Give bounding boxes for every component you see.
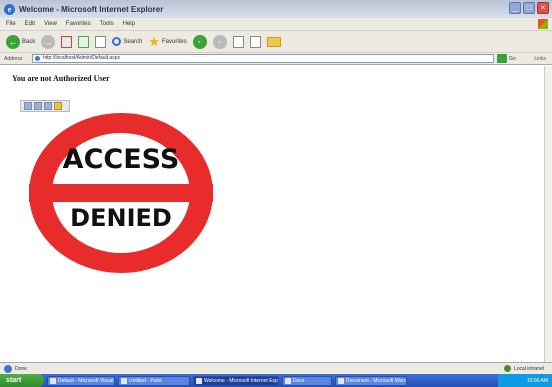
image-toolbar[interactable] xyxy=(20,100,70,112)
history-icon: · xyxy=(212,34,227,49)
back-arrow-icon: ← xyxy=(6,34,20,49)
system-tray: 10:06 AM xyxy=(498,374,552,387)
mail-icon[interactable] xyxy=(44,102,52,110)
stop-button[interactable] xyxy=(61,35,73,48)
search-button[interactable]: Search xyxy=(112,37,142,46)
search-icon xyxy=(112,37,122,46)
folder-button[interactable] xyxy=(266,36,281,47)
back-label: Back xyxy=(22,38,36,45)
start-button[interactable]: start xyxy=(0,374,44,387)
ie-logo-icon: e xyxy=(4,3,15,15)
menu-file[interactable]: File xyxy=(6,21,16,27)
folder-icon xyxy=(266,36,281,47)
taskbar-item-active[interactable]: Welcome - Microsoft Internet Explorer xyxy=(193,375,279,386)
links-button[interactable]: Links xyxy=(534,56,546,62)
status-text: Done xyxy=(15,365,27,372)
taskbar-item[interactable]: Document - Microsoft Word xyxy=(335,375,407,386)
page-icon xyxy=(4,364,12,373)
mail-icon xyxy=(232,35,244,48)
media-button[interactable]: · xyxy=(192,34,207,49)
sign-text-denied: DENIED xyxy=(70,204,172,232)
page-content: You are not Authorized User ACCESS DENIE… xyxy=(0,66,544,362)
menu-view[interactable]: View xyxy=(44,21,57,27)
title-bar: e Welcome - Microsoft Internet Explorer … xyxy=(0,0,552,18)
taskbar-item[interactable]: Untitled - Paint xyxy=(118,375,190,386)
maximize-button[interactable]: □ xyxy=(523,2,535,14)
vertical-scrollbar[interactable] xyxy=(544,66,552,362)
window-title: Welcome - Microsoft Internet Explorer xyxy=(19,4,164,14)
refresh-icon xyxy=(78,35,90,48)
history-button[interactable]: · xyxy=(212,34,227,49)
menu-tools[interactable]: Tools xyxy=(100,21,114,27)
favorites-button[interactable]: ★ Favorites xyxy=(148,33,187,49)
back-button[interactable]: ← Back xyxy=(6,34,36,49)
media-icon: · xyxy=(192,34,207,49)
save-icon[interactable] xyxy=(24,102,32,110)
search-label: Search xyxy=(123,38,143,45)
refresh-button[interactable] xyxy=(78,35,90,48)
print-button[interactable] xyxy=(249,35,261,48)
clock[interactable]: 10:06 AM xyxy=(527,378,548,384)
zone-text: Local intranet xyxy=(513,365,544,372)
print-icon xyxy=(249,35,261,48)
window-controls: _ □ × xyxy=(509,2,549,14)
access-denied-image: ACCESS DENIED xyxy=(29,113,213,273)
taskbar: start Default - Microsoft Visual Studio … xyxy=(0,374,552,387)
status-bar: Done Local intranet xyxy=(0,362,552,374)
favorites-label: Favorites xyxy=(162,38,187,45)
go-arrow-icon[interactable] xyxy=(497,54,507,63)
forward-arrow-icon: → xyxy=(41,34,56,49)
star-icon: ★ xyxy=(148,33,161,49)
menu-help[interactable]: Help xyxy=(123,21,135,27)
go-button[interactable]: Go xyxy=(509,56,516,62)
not-authorized-message: You are not Authorized User xyxy=(12,74,110,83)
minimize-button[interactable]: _ xyxy=(509,2,521,14)
windows-logo-icon xyxy=(538,19,548,29)
forward-button[interactable]: → xyxy=(41,34,56,49)
taskbar-item[interactable]: Default - Microsoft Visual Studio xyxy=(47,375,115,386)
stop-icon xyxy=(61,35,73,48)
address-input[interactable]: http://localhost/Admin/Default.aspx xyxy=(32,54,494,63)
folder-icon[interactable] xyxy=(54,102,62,110)
zone-indicator: Local intranet xyxy=(503,365,544,372)
sign-bar xyxy=(29,184,213,202)
home-icon xyxy=(95,35,107,48)
address-bar: Address http://localhost/Admin/Default.a… xyxy=(0,52,552,65)
mail-button[interactable] xyxy=(232,35,244,48)
menu-favorites[interactable]: Favorites xyxy=(66,21,91,27)
print-icon[interactable] xyxy=(34,102,42,110)
sign-text-access: ACCESS xyxy=(62,144,180,175)
intranet-icon xyxy=(503,365,511,372)
close-button[interactable]: × xyxy=(537,2,549,14)
address-label: Address xyxy=(4,55,23,62)
home-button[interactable] xyxy=(95,35,107,48)
taskbar-item[interactable]: Docs xyxy=(282,375,332,386)
toolbar: ← Back → Search ★ Favorites · · xyxy=(0,30,552,52)
menu-edit[interactable]: Edit xyxy=(25,21,35,27)
menu-bar: File Edit View Favorites Tools Help xyxy=(0,18,552,30)
